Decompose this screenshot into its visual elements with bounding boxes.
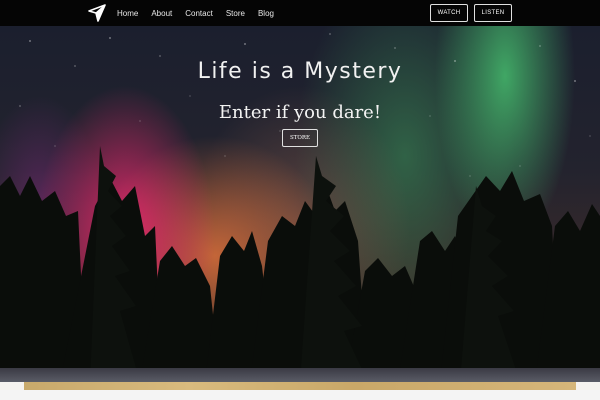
hero-subtitle: Enter if you dare! (218, 102, 382, 123)
nav-links: Home About Contact Store Blog (117, 0, 274, 26)
wood-texture-band (24, 382, 576, 390)
snow-ground (0, 368, 600, 382)
listen-button[interactable]: LISTEN (474, 4, 512, 22)
nav-link-about[interactable]: About (151, 9, 172, 18)
hero-title: Life is a Mystery (197, 59, 403, 84)
nav-link-contact[interactable]: Contact (185, 9, 213, 18)
store-button[interactable]: STORE (282, 129, 318, 147)
hero-section: Life is a Mystery Enter if you dare! STO… (0, 26, 600, 382)
navbar: Home About Contact Store Blog WATCH LIST… (0, 0, 600, 26)
watch-button[interactable]: WATCH (430, 4, 468, 22)
nav-link-store[interactable]: Store (226, 9, 245, 18)
content-section (0, 390, 600, 400)
nav-link-blog[interactable]: Blog (258, 9, 274, 18)
nav-link-home[interactable]: Home (117, 9, 138, 18)
paper-plane-icon[interactable] (88, 4, 106, 22)
